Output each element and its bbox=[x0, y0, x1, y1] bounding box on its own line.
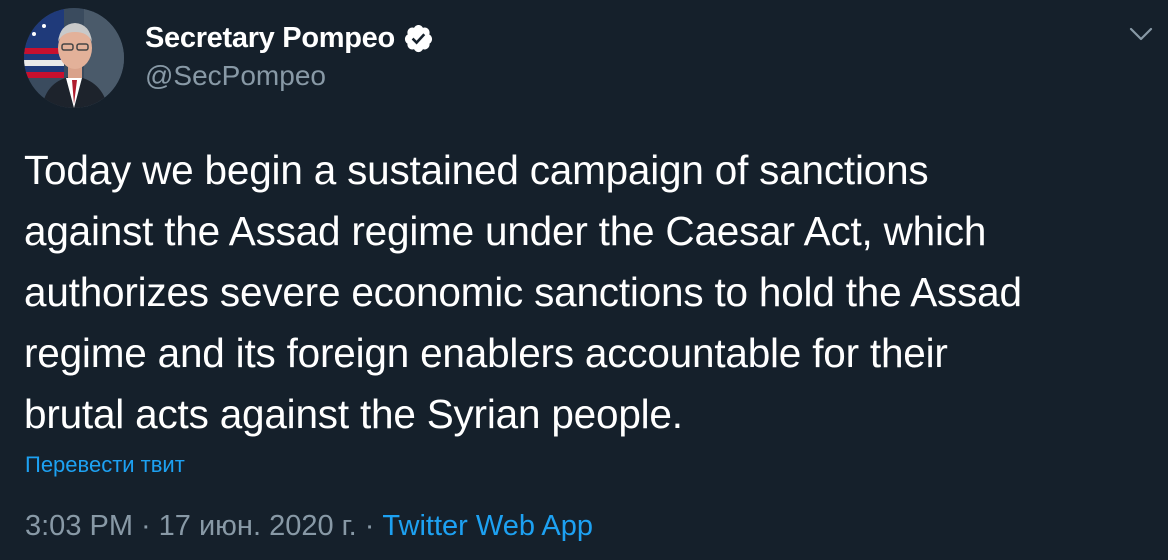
tweet-text-line: brutal acts against the Syrian people. bbox=[24, 391, 683, 437]
tweet-time[interactable]: 3:03 PM bbox=[25, 510, 133, 542]
tweet-date[interactable]: 17 июн. 2020 г. bbox=[159, 510, 357, 542]
meta-separator: · bbox=[141, 510, 151, 542]
avatar-image bbox=[24, 8, 124, 108]
tweet-header: Secretary Pompeo @SecPompeo bbox=[145, 18, 434, 92]
tweet-text-line: against the Assad regime under the Caesa… bbox=[24, 208, 987, 254]
chevron-down-icon[interactable] bbox=[1128, 24, 1154, 44]
display-name[interactable]: Secretary Pompeo bbox=[145, 22, 395, 55]
tweet-text: Today we begin a sustained campaign of s… bbox=[24, 140, 1154, 445]
translate-tweet-link[interactable]: Перевести твит bbox=[25, 452, 185, 478]
tweet-text-line: regime and its foreign enablers accounta… bbox=[24, 330, 948, 376]
meta-separator: · bbox=[364, 510, 375, 542]
user-handle[interactable]: @SecPompeo bbox=[145, 60, 434, 92]
tweet-text-line: Today we begin a sustained campaign of s… bbox=[24, 147, 929, 193]
avatar[interactable] bbox=[24, 8, 124, 108]
verified-badge-icon bbox=[403, 23, 434, 54]
tweet-meta: 3:03 PM · 17 июн. 2020 г. · Twitter Web App bbox=[25, 510, 593, 543]
display-name-row: Secretary Pompeo bbox=[145, 18, 434, 58]
tweet-source-link[interactable]: Twitter Web App bbox=[382, 510, 593, 542]
tweet-text-line: authorizes severe economic sanctions to … bbox=[24, 269, 1022, 315]
